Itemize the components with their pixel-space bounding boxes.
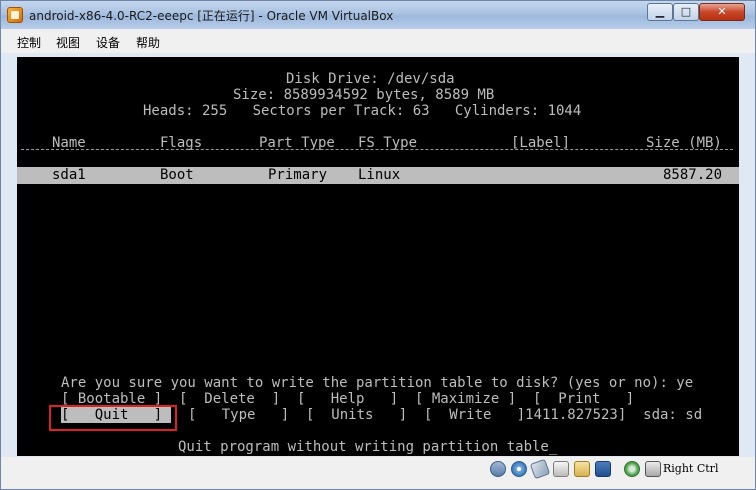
status-bar: Right Ctrl bbox=[1, 457, 755, 489]
disk-geometry-line: Heads: 255 Sectors per Track: 63 Cylinde… bbox=[143, 103, 582, 119]
menu-devices[interactable]: 设备 bbox=[96, 34, 120, 51]
vm-console-screen[interactable]: Disk Drive: /dev/sda Size: 8589934592 by… bbox=[17, 57, 739, 456]
virtualbox-window: android-x86-4.0-RC2-eeepc [正在运行] - Oracl… bbox=[0, 0, 756, 490]
partition-fs-type: Linux bbox=[358, 167, 401, 183]
command-menu-row-2[interactable]: [ Type ] [ Units ] [ Write ]1411.827523]… bbox=[188, 407, 702, 423]
partition-name: sda1 bbox=[52, 167, 86, 183]
virtualbox-app-icon bbox=[7, 7, 23, 23]
maximize-button[interactable]: □ bbox=[673, 3, 699, 21]
disk-drive-line: Disk Drive: /dev/sda bbox=[286, 71, 455, 87]
disk-size-line: Size: 8589934592 bytes, 8589 MB bbox=[233, 87, 495, 103]
menu-bar: 控制 视图 设备 帮助 bbox=[1, 29, 755, 53]
minimize-button[interactable]: ▁ bbox=[647, 3, 673, 21]
network-icon[interactable] bbox=[553, 461, 569, 477]
option-description: Quit program without writing partition t… bbox=[178, 439, 558, 455]
shared-folder-icon[interactable] bbox=[574, 461, 590, 477]
window-title: android-x86-4.0-RC2-eeepc [正在运行] - Oracl… bbox=[29, 9, 394, 23]
menu-control[interactable]: 控制 bbox=[17, 34, 41, 51]
header-divider bbox=[21, 149, 733, 150]
host-key-icon bbox=[645, 461, 661, 477]
cd-icon[interactable] bbox=[511, 461, 527, 477]
quit-annotation-box bbox=[49, 405, 177, 431]
display-icon[interactable] bbox=[595, 461, 611, 477]
partition-type: Primary bbox=[268, 167, 328, 183]
partition-flags: Boot bbox=[160, 167, 194, 183]
mouse-integration-icon[interactable] bbox=[624, 461, 640, 477]
host-key-label: Right Ctrl bbox=[663, 462, 719, 475]
title-bar[interactable]: android-x86-4.0-RC2-eeepc [正在运行] - Oracl… bbox=[1, 1, 755, 29]
usb-icon[interactable] bbox=[529, 458, 551, 480]
close-button[interactable]: ✕ bbox=[699, 3, 745, 21]
menu-help[interactable]: 帮助 bbox=[136, 34, 160, 51]
partition-row-sda1[interactable]: sda1 Boot Primary Linux 8587.20 bbox=[17, 167, 739, 184]
hdd-icon[interactable] bbox=[490, 461, 506, 477]
write-confirm-prompt: Are you sure you want to write the parti… bbox=[61, 375, 694, 391]
menu-view[interactable]: 视图 bbox=[56, 34, 80, 51]
partition-size: 8587.20 bbox=[663, 167, 723, 183]
